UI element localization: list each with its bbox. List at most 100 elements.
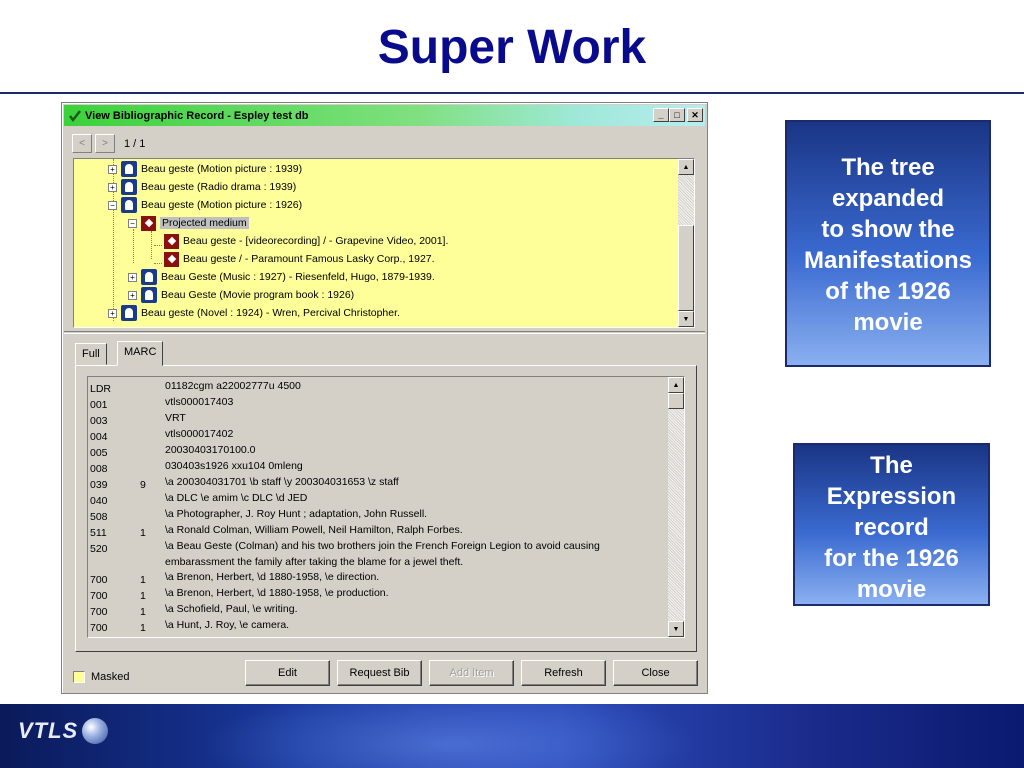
- callout-expression: The Expression record for the 1926 movie: [793, 443, 990, 606]
- app-check-icon: [68, 109, 82, 123]
- work-icon: [141, 269, 157, 285]
- title-divider: [0, 92, 1024, 94]
- maximize-button[interactable]: □: [669, 108, 685, 122]
- scroll-thumb[interactable]: [678, 225, 694, 311]
- expression-icon: [141, 215, 156, 231]
- masked-option[interactable]: Masked: [73, 671, 130, 683]
- scroll-up-arrow-icon[interactable]: ▲: [678, 159, 694, 175]
- refresh-button[interactable]: Refresh: [521, 660, 606, 686]
- marc-field-data: \a Photographer, J. Roy Hunt ; adaptatio…: [165, 508, 428, 520]
- scroll-thumb[interactable]: [668, 393, 684, 409]
- callout-line: to show the: [821, 216, 955, 243]
- marc-tag: 508: [90, 511, 108, 523]
- tree-item[interactable]: + Beau geste (Radio drama : 1939): [108, 178, 296, 196]
- slide-title: Super Work: [377, 21, 647, 74]
- pane-splitter[interactable]: [64, 331, 705, 334]
- tree-connector: [154, 263, 162, 264]
- marc-indicator: 1: [140, 590, 146, 602]
- marc-field-data: 01182cgm a22002777u 4500: [165, 380, 301, 392]
- marc-field-data: 030403s1926 xxu104 0mleng: [165, 460, 303, 472]
- tree-item[interactable]: − Beau geste (Motion picture : 1926): [108, 196, 302, 214]
- request-bib-button[interactable]: Request Bib: [337, 660, 422, 686]
- marc-tag: 700: [90, 622, 108, 634]
- marc-field-data: VRT: [165, 412, 186, 424]
- prev-record-button[interactable]: <: [72, 134, 92, 153]
- edit-button[interactable]: Edit: [245, 660, 330, 686]
- collapse-toggle[interactable]: −: [108, 200, 117, 210]
- marc-field-data: 20030403170100.0: [165, 444, 256, 456]
- tree-item[interactable]: Beau geste / - Paramount Famous Lasky Co…: [164, 250, 435, 268]
- marc-tag: 039: [90, 479, 108, 491]
- marc-field-data: \a Brenon, Herbert, \d 1880-1958, \e pro…: [165, 587, 389, 599]
- marc-field-data: \a DLC \e amim \c DLC \d JED: [165, 492, 308, 504]
- work-icon: [141, 287, 157, 303]
- marc-tag: 005: [90, 447, 108, 459]
- marc-tag: 511: [90, 527, 107, 539]
- marc-field-data: \a Brenon, Herbert, \d 1880-1958, \e dir…: [165, 571, 380, 583]
- next-record-button[interactable]: >: [95, 134, 115, 153]
- tree-item[interactable]: + Beau Geste (Movie program book : 1926): [128, 286, 354, 304]
- marc-tag: 040: [90, 495, 108, 507]
- masked-label: Masked: [91, 671, 130, 683]
- marc-field-data: \a Schofield, Paul, \e writing.: [165, 603, 298, 615]
- work-icon: [121, 197, 137, 213]
- expand-toggle[interactable]: +: [108, 182, 117, 192]
- marc-field-data: \a Ronald Colman, William Powell, Neil H…: [165, 524, 463, 536]
- bib-record-window: View Bibliographic Record - Espley test …: [61, 102, 708, 694]
- expand-toggle[interactable]: +: [128, 290, 137, 300]
- callout-line: Manifestations: [803, 247, 973, 274]
- record-nav: < > 1 / 1: [72, 134, 145, 153]
- tree-connector: [133, 229, 134, 263]
- expand-toggle[interactable]: +: [108, 308, 117, 318]
- tree-item-label: Beau Geste (Music : 1927) - Riesenfeld, …: [161, 271, 435, 283]
- tree-item-label: Projected medium: [160, 217, 249, 229]
- scroll-track[interactable]: [668, 409, 684, 621]
- tree-item-label: Beau Geste (Movie program book : 1926): [161, 289, 355, 301]
- super-work-tree[interactable]: + Beau geste (Motion picture : 1939) + B…: [73, 158, 695, 328]
- scroll-down-arrow-icon[interactable]: ▼: [678, 311, 694, 327]
- tree-item[interactable]: + Beau Geste (Music : 1927) - Riesenfeld…: [128, 268, 435, 286]
- marc-field-data: \a Hunt, J. Roy, \e camera.: [165, 619, 290, 631]
- marc-field-data: \a 200304031701 \b staff \y 200304031653…: [165, 476, 399, 488]
- globe-icon: [82, 718, 109, 744]
- masked-checkbox[interactable]: [73, 671, 85, 683]
- tree-connector: [154, 245, 162, 246]
- tree-item[interactable]: Beau geste - [videorecording] / - Grapev…: [164, 232, 448, 250]
- vtls-logo: VTLS: [18, 718, 109, 744]
- expand-toggle[interactable]: +: [128, 272, 137, 282]
- marc-scrollbar[interactable]: ▲ ▼: [668, 377, 684, 637]
- close-window-button[interactable]: ✕: [687, 108, 703, 122]
- collapse-toggle[interactable]: −: [128, 218, 137, 228]
- record-count: 1 / 1: [124, 137, 146, 150]
- callout-line: The: [870, 452, 913, 479]
- callout-line: movie: [856, 576, 927, 603]
- marc-field-data: vtls000017403: [165, 396, 234, 408]
- work-icon: [121, 161, 137, 177]
- expand-toggle[interactable]: +: [108, 164, 117, 174]
- callout-line: Expression: [826, 483, 957, 510]
- callout-line: expanded: [831, 185, 945, 212]
- scroll-track[interactable]: [678, 175, 694, 225]
- marc-indicator: 1: [140, 574, 146, 586]
- marc-tag: 001: [90, 399, 108, 411]
- marc-tag: 700: [90, 590, 108, 602]
- tree-item[interactable]: + Beau geste (Novel : 1924) - Wren, Perc…: [108, 304, 400, 322]
- tree-scrollbar[interactable]: ▲ ▼: [678, 159, 694, 327]
- tab-marc[interactable]: MARC: [117, 341, 164, 366]
- marc-record-view[interactable]: LDR 01182cgm a22002777u 4500 001 vtls000017…: [87, 376, 685, 638]
- callout-line: record: [854, 514, 929, 541]
- scroll-up-arrow-icon[interactable]: ▲: [668, 377, 684, 393]
- minimize-button[interactable]: _: [653, 108, 669, 122]
- callout-line: for the 1926: [824, 545, 959, 572]
- tree-item[interactable]: + Beau geste (Motion picture : 1939): [108, 160, 302, 178]
- scroll-down-arrow-icon[interactable]: ▼: [668, 621, 684, 637]
- logo-text: VTLS: [18, 718, 79, 743]
- callout-line: The tree: [841, 154, 935, 181]
- tree-item-label: Beau geste (Radio drama : 1939): [141, 181, 297, 193]
- tree-item[interactable]: − Projected medium: [128, 214, 249, 232]
- close-button[interactable]: Close: [613, 660, 698, 686]
- add-item-button[interactable]: Add Item: [429, 660, 514, 686]
- tab-full[interactable]: Full: [75, 343, 107, 365]
- window-titlebar[interactable]: View Bibliographic Record - Espley test …: [64, 105, 705, 126]
- tree-item-label: Beau geste (Motion picture : 1939): [141, 163, 303, 175]
